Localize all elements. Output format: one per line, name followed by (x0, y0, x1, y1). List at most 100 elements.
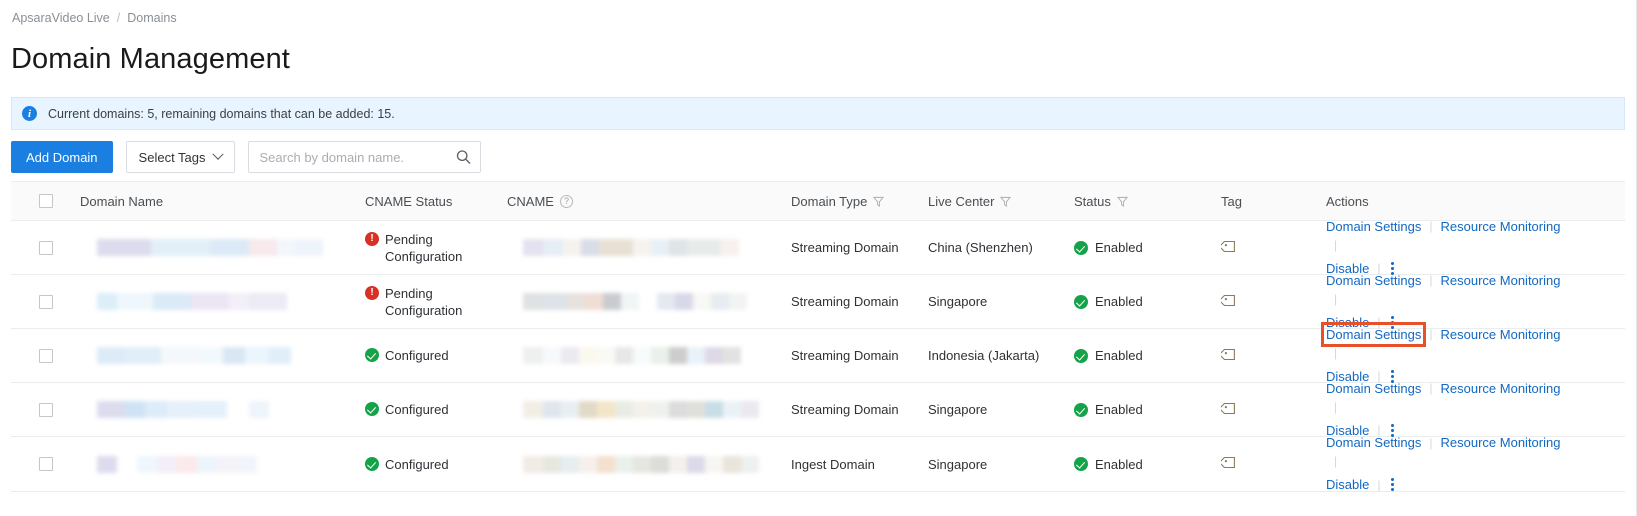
status-badge: Enabled (1095, 348, 1143, 363)
cell-cname-status: ! Pending Configuration (365, 285, 507, 319)
action-separator: | (1377, 477, 1381, 492)
cname-status-label: Configured (385, 402, 449, 417)
cell-cname-status: Configured (365, 401, 507, 418)
table-row: Configured Streaming Domain Indonesia (Jak… (11, 321, 1625, 385)
page-title: Domain Management (11, 43, 290, 75)
tag-icon[interactable] (1218, 454, 1238, 471)
select-tags-label: Select Tags (138, 149, 206, 165)
cell-domain-name (80, 455, 365, 473)
toolbar: Add Domain Select Tags (11, 141, 481, 173)
status-badge: Enabled (1095, 456, 1143, 472)
action-separator: | (1429, 435, 1433, 450)
column-header-cname-status: CNAME Status (365, 194, 507, 209)
domains-table: Domain Name CNAME Status CNAME ? Domain … (11, 181, 1625, 492)
row-select-cell (11, 402, 80, 417)
tag-icon[interactable] (1218, 346, 1238, 363)
success-check-icon (365, 456, 379, 471)
resource-monitoring-link[interactable]: Resource Monitoring (1441, 381, 1561, 396)
error-exclamation-icon: ! (365, 285, 379, 300)
help-circle-icon[interactable]: ? (559, 194, 573, 208)
cell-domain-type: Streaming Domain (791, 240, 899, 255)
breadcrumb-root[interactable]: ApsaraVideo Live (12, 11, 110, 25)
table-row: Configured Ingest Domain Singapore Enabled D… (11, 435, 1625, 493)
info-icon: i (22, 106, 37, 121)
success-check-icon (365, 348, 379, 362)
column-label-actions: Actions (1326, 193, 1369, 209)
cell-cname-status: Configured (365, 347, 507, 364)
action-separator: | (1334, 291, 1338, 306)
resource-monitoring-link[interactable]: Resource Monitoring (1441, 273, 1561, 288)
status-enabled-icon (1074, 457, 1088, 471)
column-header-actions: Actions (1326, 194, 1625, 209)
domain-settings-link[interactable]: Domain Settings (1320, 321, 1427, 347)
tag-icon[interactable] (1218, 238, 1238, 255)
resource-monitoring-link[interactable]: Resource Monitoring (1441, 327, 1561, 342)
cell-status: Enabled (1074, 294, 1221, 309)
domain-settings-link[interactable]: Domain Settings (1326, 435, 1421, 450)
column-header-status: Status (1074, 194, 1221, 209)
cell-domain-type: Streaming Domain (791, 348, 899, 363)
redacted-text-block (523, 239, 791, 256)
search-icon[interactable] (456, 150, 471, 165)
column-label-cname-status: CNAME Status (365, 193, 453, 209)
cell-tag (1218, 292, 1326, 312)
column-label-cname: CNAME (507, 193, 554, 209)
cell-live-center: Singapore (928, 402, 988, 417)
cell-cname (507, 293, 791, 310)
filter-icon-domain-type[interactable] (873, 196, 885, 207)
select-all-checkbox[interactable] (38, 194, 53, 208)
tag-icon[interactable] (1218, 400, 1238, 417)
cell-actions: Domain Settings | Resource Monitoring | Disa… (1326, 219, 1625, 277)
disable-link[interactable]: Disable (1326, 477, 1369, 492)
domain-settings-link[interactable]: Domain Settings (1326, 381, 1421, 396)
search-box[interactable] (247, 141, 481, 173)
add-domain-button[interactable]: Add Domain (11, 141, 113, 173)
cell-domain-name (80, 347, 365, 364)
filter-icon-live-center[interactable] (1000, 196, 1012, 207)
row-checkbox[interactable] (38, 348, 53, 363)
status-enabled-icon (1074, 402, 1088, 417)
breadcrumb-current[interactable]: Domains (127, 11, 176, 25)
table-row: ! Pending Configuration Streaming Domain Si… (11, 273, 1625, 330)
resource-monitoring-link[interactable]: Resource Monitoring (1441, 435, 1561, 450)
column-label-domain-name: Domain Name (80, 193, 164, 209)
row-checkbox[interactable] (38, 457, 53, 471)
redacted-text-block (523, 347, 791, 364)
action-separator: | (1334, 345, 1338, 360)
redacted-text-block (523, 401, 791, 418)
select-tags-dropdown[interactable]: Select Tags (125, 141, 235, 173)
success-check-icon (365, 402, 379, 416)
redacted-text-block (97, 401, 365, 418)
row-checkbox[interactable] (38, 402, 53, 417)
cell-cname (507, 347, 791, 364)
cname-status-label: Configured (385, 456, 449, 472)
search-input[interactable] (248, 142, 480, 172)
filter-icon-status[interactable] (1116, 196, 1128, 207)
cell-cname (507, 455, 791, 473)
cell-cname (507, 239, 791, 256)
status-badge: Enabled (1095, 240, 1143, 255)
cell-live-center: Singapore (928, 294, 988, 309)
cell-actions: Domain Settings | Resource Monitoring | Disa… (1320, 321, 1625, 385)
status-badge: Enabled (1095, 294, 1143, 309)
cname-status-label: Pending Configuration (385, 285, 463, 318)
action-separator: | (1334, 399, 1338, 414)
column-header-domain-type: Domain Type (791, 194, 928, 209)
row-checkbox[interactable] (38, 294, 53, 309)
domain-settings-link[interactable]: Domain Settings (1326, 273, 1421, 288)
row-checkbox[interactable] (38, 240, 53, 255)
tag-icon[interactable] (1218, 292, 1238, 309)
redacted-text-block (523, 455, 791, 473)
redacted-text-block (523, 293, 791, 310)
row-select-cell (11, 240, 80, 255)
cell-tag (1218, 238, 1326, 258)
action-separator: | (1429, 219, 1433, 233)
cell-domain-type: Ingest Domain (791, 456, 875, 472)
column-header-domain-name: Domain Name (80, 194, 365, 209)
domain-settings-link[interactable]: Domain Settings (1326, 219, 1421, 234)
more-kebab-icon[interactable] (1388, 476, 1397, 493)
cell-domain-name (80, 239, 365, 256)
resource-monitoring-link[interactable]: Resource Monitoring (1441, 219, 1561, 234)
redacted-text-block (97, 239, 365, 256)
status-badge: Enabled (1095, 402, 1143, 417)
